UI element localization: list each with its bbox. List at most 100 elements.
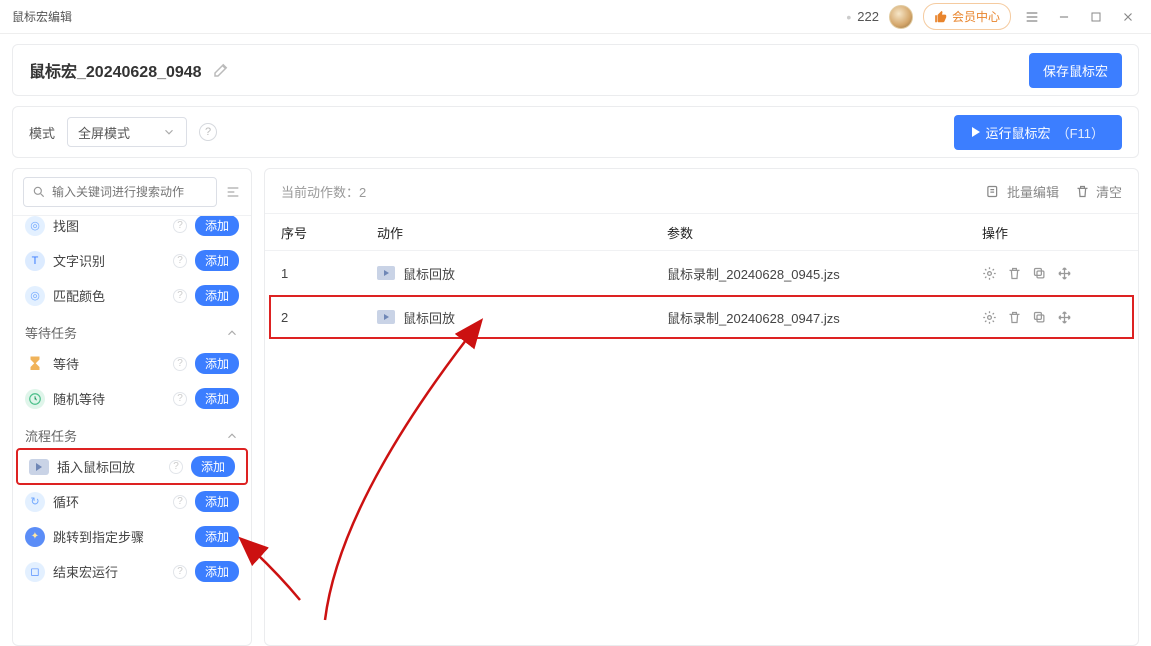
gear-icon[interactable] bbox=[982, 310, 997, 325]
add-button[interactable]: 添加 bbox=[195, 285, 239, 306]
close-icon[interactable] bbox=[1117, 6, 1139, 28]
member-center-button[interactable]: 会员中心 bbox=[923, 3, 1011, 30]
help-icon[interactable]: ? bbox=[199, 123, 217, 141]
minimize-icon[interactable] bbox=[1053, 6, 1075, 28]
action-label: 找图 bbox=[53, 216, 165, 235]
chevron-up-icon bbox=[225, 326, 239, 340]
help-icon[interactable]: ? bbox=[173, 392, 187, 406]
action-label: 跳转到指定步骤 bbox=[53, 527, 187, 546]
help-icon[interactable]: ? bbox=[173, 565, 187, 579]
play-icon bbox=[972, 127, 980, 137]
table-row[interactable]: 1 鼠标回放 鼠标录制_20240628_0945.jzs bbox=[265, 251, 1138, 295]
mode-select[interactable]: 全屏模式 bbox=[67, 117, 187, 147]
text-icon: T bbox=[25, 251, 45, 271]
help-icon[interactable]: ? bbox=[173, 254, 187, 268]
action-item-wait: 等待 ? 添加 bbox=[13, 346, 251, 381]
copy-icon[interactable] bbox=[1032, 310, 1047, 325]
group-flow[interactable]: 流程任务 bbox=[13, 416, 251, 449]
col-ops: 操作 bbox=[982, 223, 1122, 242]
add-button[interactable]: 添加 bbox=[195, 491, 239, 512]
chevron-up-icon bbox=[225, 429, 239, 443]
macro-header: 鼠标宏_20240628_0948 保存鼠标宏 bbox=[12, 44, 1139, 96]
trash-icon bbox=[1075, 184, 1090, 199]
run-macro-button[interactable]: 运行鼠标宏 （F11） bbox=[954, 115, 1122, 150]
col-par: 参数 bbox=[667, 223, 982, 242]
status-dot: • bbox=[846, 9, 851, 25]
cell-act: 鼠标回放 bbox=[403, 308, 455, 327]
chevron-down-icon bbox=[162, 125, 176, 139]
search-input[interactable] bbox=[52, 185, 208, 199]
trash-icon[interactable] bbox=[1007, 310, 1022, 325]
macro-name: 鼠标宏_20240628_0948 bbox=[29, 58, 202, 82]
trash-icon[interactable] bbox=[1007, 266, 1022, 281]
action-item-find-image: ◎ 找图 ? 添加 bbox=[13, 216, 251, 243]
table-header: 序号 动作 参数 操作 bbox=[265, 213, 1138, 251]
edit-icon[interactable] bbox=[212, 61, 230, 79]
steps-panel: 当前动作数：2 批量编辑 清空 序号 动作 参数 操作 1 鼠标回放 鼠 bbox=[264, 168, 1139, 646]
action-label: 匹配颜色 bbox=[53, 286, 165, 305]
search-input-wrap[interactable] bbox=[23, 177, 217, 207]
move-icon[interactable] bbox=[1057, 310, 1072, 325]
add-button[interactable]: 添加 bbox=[195, 216, 239, 236]
add-button[interactable]: 添加 bbox=[195, 353, 239, 374]
thumbs-up-icon bbox=[934, 10, 948, 24]
action-item-end-macro: ◻ 结束宏运行 ? 添加 bbox=[13, 554, 251, 589]
help-icon[interactable]: ? bbox=[173, 357, 187, 371]
playback-icon bbox=[29, 459, 49, 475]
collapse-sidebar-icon[interactable] bbox=[225, 184, 241, 200]
cell-seq: 1 bbox=[281, 266, 377, 281]
menu-icon[interactable] bbox=[1021, 6, 1043, 28]
help-icon[interactable]: ? bbox=[173, 289, 187, 303]
gear-icon[interactable] bbox=[982, 266, 997, 281]
col-act: 动作 bbox=[377, 223, 667, 242]
cell-par: 鼠标录制_20240628_0945.jzs bbox=[667, 264, 982, 283]
batch-label: 批量编辑 bbox=[1007, 182, 1059, 201]
search-icon bbox=[32, 185, 46, 199]
stop-icon: ◻ bbox=[25, 562, 45, 582]
action-item-goto-step: ✦ 跳转到指定步骤 添加 bbox=[13, 519, 251, 554]
add-button[interactable]: 添加 bbox=[195, 561, 239, 582]
add-button[interactable]: 添加 bbox=[195, 526, 239, 547]
run-label: 运行鼠标宏 bbox=[986, 123, 1051, 142]
table-row[interactable]: 2 鼠标回放 鼠标录制_20240628_0947.jzs bbox=[269, 295, 1134, 339]
playback-icon bbox=[377, 266, 395, 280]
action-label: 等待 bbox=[53, 354, 165, 373]
action-label: 结束宏运行 bbox=[53, 562, 165, 581]
help-icon[interactable]: ? bbox=[173, 219, 187, 233]
maximize-icon[interactable] bbox=[1085, 6, 1107, 28]
loop-icon: ◎ bbox=[25, 216, 45, 236]
help-icon[interactable]: ? bbox=[169, 460, 183, 474]
group-label: 等待任务 bbox=[25, 323, 77, 342]
help-icon[interactable]: ? bbox=[173, 495, 187, 509]
cell-act: 鼠标回放 bbox=[403, 264, 455, 283]
mode-label: 模式 bbox=[29, 123, 55, 142]
cell-seq: 2 bbox=[281, 310, 377, 325]
move-icon[interactable] bbox=[1057, 266, 1072, 281]
group-wait[interactable]: 等待任务 bbox=[13, 313, 251, 346]
clear-button[interactable]: 清空 bbox=[1075, 182, 1122, 201]
group-label: 流程任务 bbox=[25, 426, 77, 445]
copy-icon[interactable] bbox=[1032, 266, 1047, 281]
action-item-random-wait: 随机等待 ? 添加 bbox=[13, 381, 251, 416]
sidebar-list: ◎ 找图 ? 添加 T 文字识别 ? 添加 ◎ 匹配颜色 ? 添加 等待任务 bbox=[13, 216, 251, 645]
loop-icon: ↻ bbox=[25, 492, 45, 512]
compass-icon: ✦ bbox=[25, 527, 45, 547]
action-label: 随机等待 bbox=[53, 389, 165, 408]
add-button[interactable]: 添加 bbox=[195, 250, 239, 271]
count-label: 当前动作数：2 bbox=[281, 182, 366, 201]
clock-icon bbox=[25, 389, 45, 409]
add-button[interactable]: 添加 bbox=[195, 388, 239, 409]
playback-icon bbox=[377, 310, 395, 324]
app-title: 鼠标宏编辑 bbox=[12, 8, 72, 25]
batch-edit-button[interactable]: 批量编辑 bbox=[986, 182, 1059, 201]
edit-list-icon bbox=[986, 184, 1001, 199]
col-seq: 序号 bbox=[281, 223, 377, 242]
action-label: 文字识别 bbox=[53, 251, 165, 270]
action-item-match-color: ◎ 匹配颜色 ? 添加 bbox=[13, 278, 251, 313]
status-number: 222 bbox=[857, 9, 879, 24]
clear-label: 清空 bbox=[1096, 182, 1122, 201]
avatar[interactable] bbox=[889, 5, 913, 29]
run-hotkey: （F11） bbox=[1057, 123, 1104, 142]
save-macro-button[interactable]: 保存鼠标宏 bbox=[1029, 53, 1122, 88]
add-button[interactable]: 添加 bbox=[191, 456, 235, 477]
